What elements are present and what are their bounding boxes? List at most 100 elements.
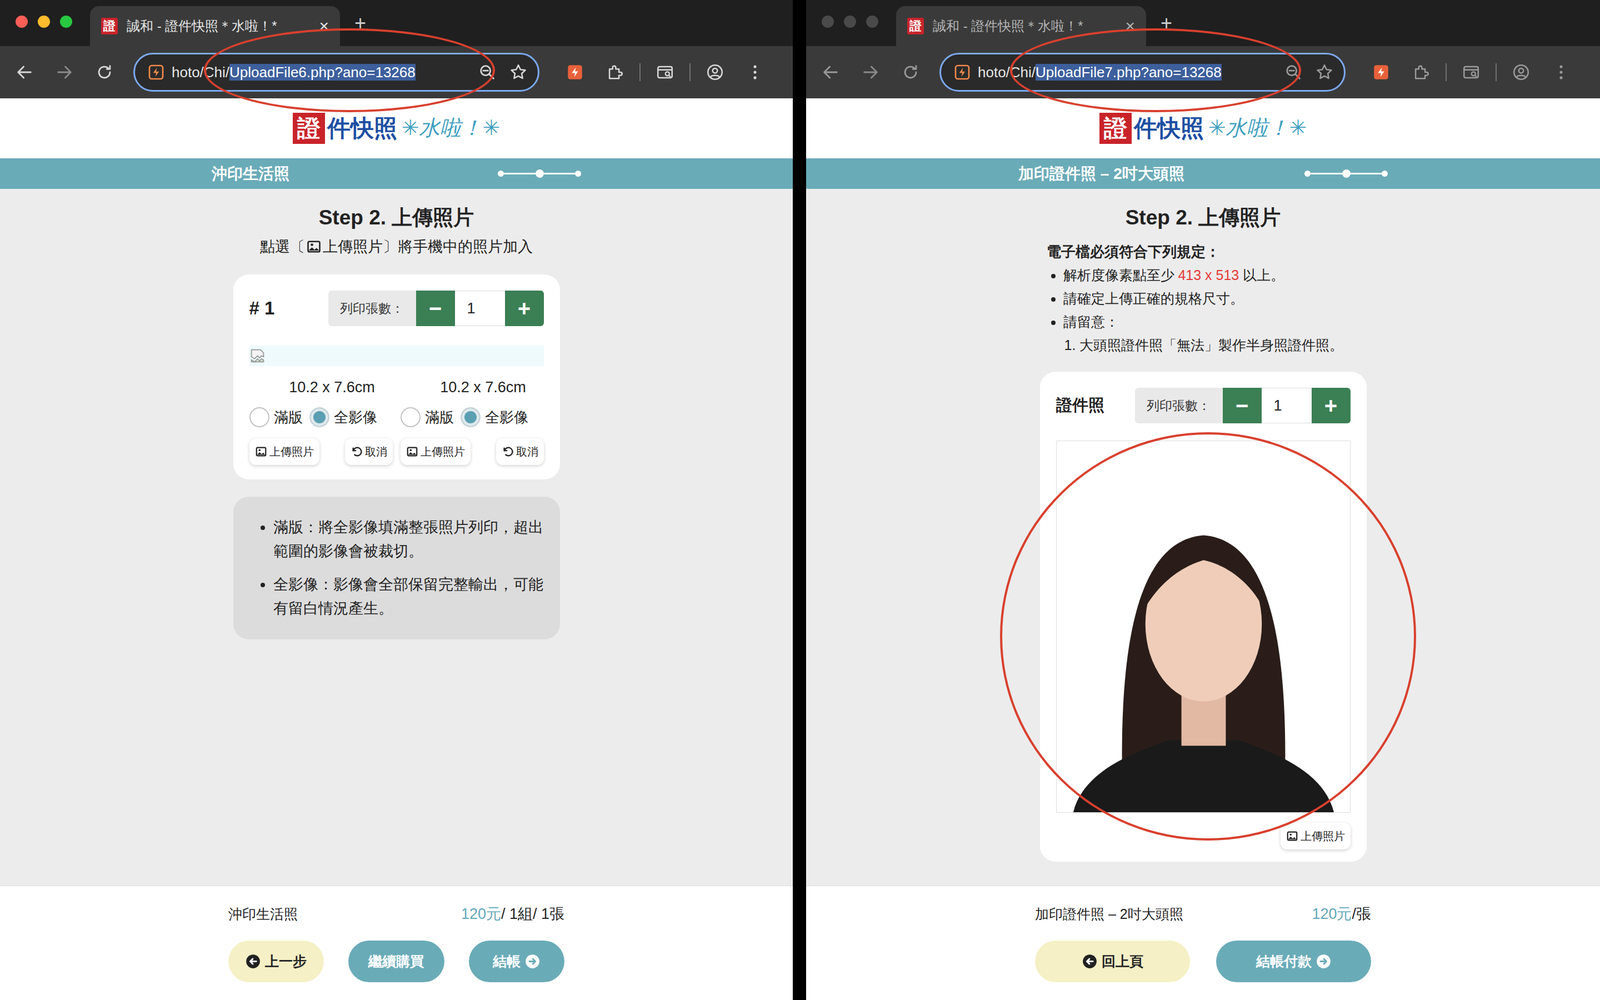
zoom-window-button[interactable] [866, 15, 879, 28]
forward-arrow-icon [861, 62, 880, 82]
close-window-button[interactable] [821, 15, 834, 28]
new-tab-button[interactable]: + [1160, 11, 1173, 35]
reload-button[interactable] [88, 56, 120, 88]
radio-circle[interactable] [460, 407, 481, 428]
reading-mode-button[interactable] [1455, 56, 1487, 88]
close-window-button[interactable] [15, 15, 28, 28]
window-controls [806, 15, 879, 28]
forward-button[interactable] [48, 56, 80, 88]
footer-button[interactable]: 上一步 [228, 940, 324, 983]
quantity-input[interactable]: 1 [1261, 387, 1312, 424]
cancel-button[interactable]: 取消 [345, 438, 393, 465]
zoom-window-button[interactable] [60, 15, 73, 28]
decrease-button[interactable]: − [1222, 387, 1262, 424]
favicon-icon: 證 [101, 17, 118, 35]
browser-menu-button[interactable] [1545, 56, 1577, 88]
print-options: 10.2 x 7.6cm 滿版 全影像 上傳照片 取消10.2 x 7.6cm … [249, 376, 544, 465]
radio-circle[interactable] [400, 407, 421, 428]
new-tab-button[interactable]: + [354, 11, 367, 35]
site-info-icon[interactable] [147, 63, 165, 82]
upload-row: 上傳照片 [1056, 822, 1351, 850]
radio-circle[interactable] [249, 407, 270, 428]
reading-mode-icon [1461, 62, 1481, 82]
footer-button[interactable]: 繼續購買 [348, 940, 444, 983]
browser-menu-button[interactable] [739, 56, 771, 88]
zoom-icon[interactable] [477, 62, 497, 82]
section-title: 加印證件照 – 2吋大頭照 [1018, 163, 1185, 185]
site-logo[interactable]: 證 件快照 ✳水啦！✳ [1099, 112, 1308, 144]
minimize-window-button[interactable] [843, 15, 857, 28]
url-text[interactable]: hoto/Chi/UploadFile7.php?ano=13268 [977, 63, 1272, 82]
fit-radio[interactable]: 滿版 [249, 407, 303, 428]
profile-icon [1511, 62, 1531, 82]
increase-button[interactable]: + [505, 290, 544, 327]
sample-photo [1056, 440, 1351, 813]
logo-name: 件快照 [1133, 112, 1204, 144]
minimize-window-button[interactable] [37, 15, 50, 28]
browser-toolbar: hoto/Chi/UploadFile6.php?ano=13268 [0, 46, 793, 99]
product-name: 加印證件照 – 2吋大頭照 [1035, 905, 1184, 924]
back-button[interactable] [815, 56, 847, 88]
upload-photo-button[interactable]: 上傳照片 [400, 438, 471, 465]
upload-photo-button[interactable]: 上傳照片 [249, 438, 320, 465]
profile-button[interactable] [1505, 56, 1537, 88]
increase-button[interactable]: + [1311, 387, 1351, 424]
image-placeholder [249, 345, 544, 367]
rule-subitem: 1. 大頭照證件照「無法」製作半身照證件照。 [1064, 333, 1367, 357]
radio-circle[interactable] [309, 407, 330, 428]
puzzle-icon [605, 62, 625, 82]
site-info-icon[interactable] [953, 63, 972, 82]
extensions-menu-button[interactable] [1405, 56, 1437, 88]
reading-mode-button[interactable] [649, 56, 681, 88]
profile-button[interactable] [699, 56, 731, 88]
footer-button[interactable]: 回上頁 [1035, 940, 1190, 983]
reload-button[interactable] [895, 56, 927, 88]
lightning-extension-icon [1371, 62, 1391, 82]
checkout-footer: 沖印生活照 120元/ 1組/ 1張 上一步 繼續購買 結帳 [0, 885, 793, 1000]
upload-photo-button[interactable]: 上傳照片 [1280, 822, 1351, 850]
rule-item: 請留意： 1. 大頭照證件照「無法」製作半身照證件照。 [1063, 310, 1367, 357]
footer-actions: 回上頁 結帳付款 [1035, 940, 1372, 983]
main-content: Step 2. 上傳照片 電子檔必須符合下列規定： 解析度像素點至少 413 x… [806, 188, 1600, 886]
browser-tab[interactable]: 證 誠和 - 證件快照＊水啦！* × [896, 6, 1147, 47]
address-bar[interactable]: hoto/Chi/UploadFile7.php?ano=13268 [939, 52, 1346, 92]
fit-radio-group: 滿版 全影像 [249, 407, 378, 428]
back-button[interactable] [8, 56, 40, 88]
web-page: 證 件快照 ✳水啦！✳ 加印證件照 – 2吋大頭照 Step 2. 上傳照片 電… [806, 98, 1600, 1000]
section-bar: 沖印生活照 [0, 158, 793, 189]
footer-button[interactable]: 結帳付款 [1216, 940, 1372, 983]
extensions-menu-button[interactable] [599, 56, 631, 88]
bookmark-star-icon[interactable] [1315, 62, 1334, 82]
url-text[interactable]: hoto/Chi/UploadFile6.php?ano=13268 [171, 63, 466, 82]
browser-tab[interactable]: 證 誠和 - 證件快照＊水啦！* × [90, 6, 340, 47]
photo-card: # 1 列印張數： − 1 + 10.2 x 7.6cm 滿版 全影像 上傳照片… [233, 274, 560, 480]
option-actions: 上傳照片 取消 [400, 438, 544, 465]
cancel-button[interactable]: 取消 [496, 438, 544, 465]
tab-close-button[interactable]: × [1125, 16, 1135, 36]
step-line [503, 172, 536, 175]
tab-close-button[interactable]: × [318, 16, 329, 36]
decrease-button[interactable]: − [416, 290, 455, 327]
image-icon [406, 445, 419, 458]
zoom-icon[interactable] [1283, 62, 1303, 82]
extension-button[interactable] [559, 56, 591, 88]
site-logo[interactable]: 證 件快照 ✳水啦！✳ [292, 112, 501, 144]
forward-button[interactable] [855, 56, 887, 88]
tab-bar: 證 誠和 - 證件快照＊水啦！* × + [0, 0, 793, 47]
fit-radio[interactable]: 滿版 [400, 407, 454, 428]
fit-radio[interactable]: 全影像 [460, 407, 529, 428]
right-arrow-circle-icon [1316, 953, 1332, 969]
extension-button[interactable] [1365, 56, 1397, 88]
radio-label: 滿版 [273, 407, 303, 428]
fit-radio[interactable]: 全影像 [309, 407, 378, 428]
quantity-input[interactable]: 1 [455, 290, 505, 327]
bookmark-star-icon[interactable] [508, 62, 528, 82]
screen: 證 誠和 - 證件快照＊水啦！* × + hoto/Chi/UploadFile… [0, 0, 1600, 1000]
window-controls [0, 15, 73, 28]
toolbar-separator [1495, 63, 1497, 82]
tab-title: 誠和 - 證件快照＊水啦！* [932, 17, 1117, 35]
step-line [1310, 172, 1343, 175]
toolbar-separator [689, 63, 691, 82]
address-bar[interactable]: hoto/Chi/UploadFile6.php?ano=13268 [133, 52, 540, 92]
footer-button[interactable]: 結帳 [468, 940, 565, 983]
